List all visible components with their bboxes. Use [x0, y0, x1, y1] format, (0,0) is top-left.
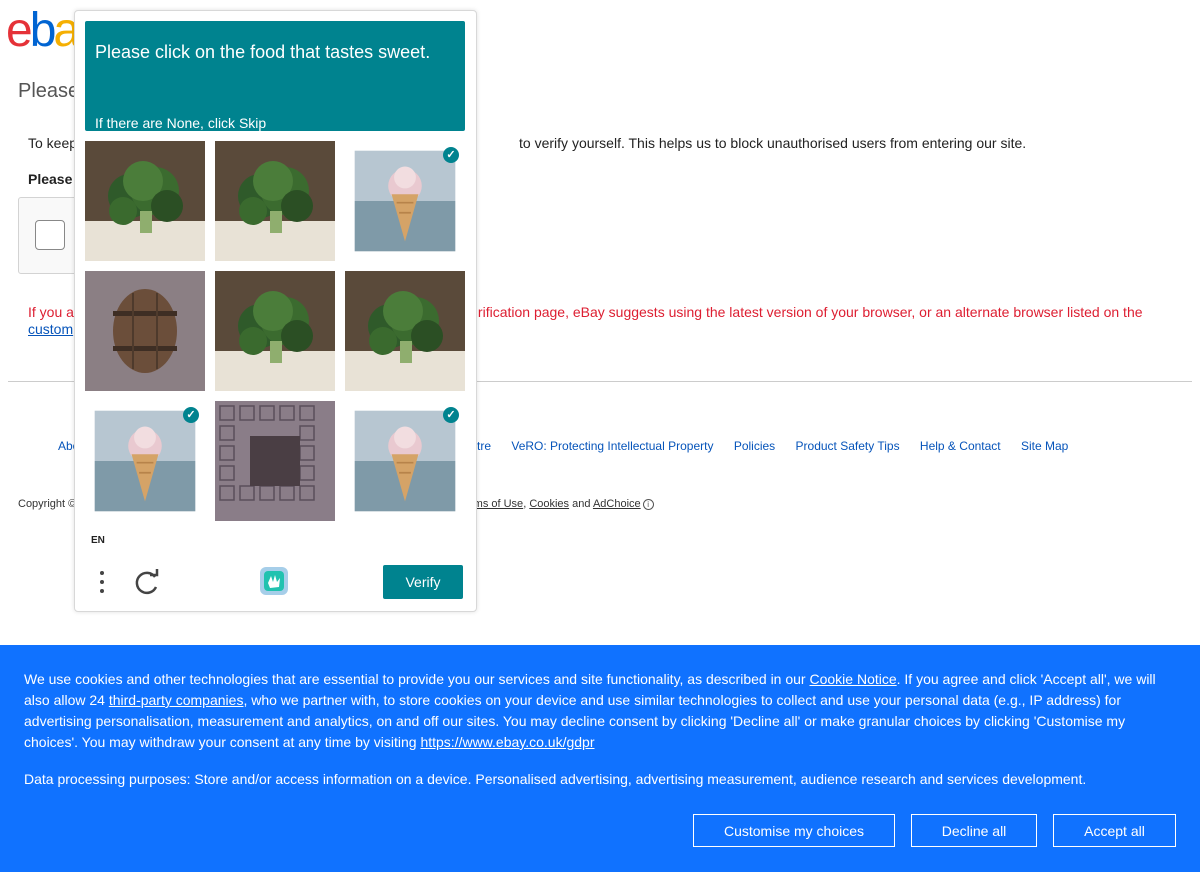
- verify-label: Please: [28, 171, 73, 187]
- tile-broccoli-2[interactable]: [215, 141, 335, 261]
- footer-link-centre[interactable]: tre: [477, 439, 491, 453]
- cookie-banner: We use cookies and other technologies th…: [0, 645, 1200, 872]
- language-selector[interactable]: EN: [91, 535, 105, 546]
- cookie-notice-link[interactable]: Cookie Notice: [809, 671, 896, 687]
- more-menu-icon[interactable]: [95, 568, 109, 596]
- footer-link-safety[interactable]: Product Safety Tips: [796, 439, 900, 453]
- accept-all-button[interactable]: Accept all: [1053, 814, 1176, 847]
- footer-links: tre VeRO: Protecting Intellectual Proper…: [477, 439, 1085, 453]
- footer-link-sitemap[interactable]: Site Map: [1021, 439, 1068, 453]
- legal-links: rms of Use, Cookies and AdChoice i: [470, 498, 654, 510]
- tile-broccoli-1[interactable]: [85, 141, 205, 261]
- captcha-challenge: Please click on the food that tastes swe…: [74, 10, 477, 612]
- cookie-text: We use cookies and other technologies th…: [24, 671, 1156, 750]
- tile-broccoli-4[interactable]: [345, 271, 465, 391]
- captcha-checkbox[interactable]: [35, 220, 65, 250]
- adchoice-link[interactable]: AdChoice: [593, 498, 641, 510]
- page-title: Please: [18, 80, 80, 102]
- footer-link-help[interactable]: Help & Contact: [920, 439, 1001, 453]
- tile-ice-cream-2[interactable]: ✓: [85, 401, 205, 521]
- decline-all-button[interactable]: Decline all: [911, 814, 1037, 847]
- selected-check-icon: ✓: [443, 407, 459, 423]
- info-icon: i: [642, 499, 654, 510]
- cookie-purpose: Data processing purposes: Store and/or a…: [24, 771, 1087, 787]
- verify-button[interactable]: Verify: [383, 565, 463, 599]
- cookies-link[interactable]: Cookies: [529, 498, 569, 510]
- challenge-prompt: Please click on the food that tastes swe…: [85, 21, 465, 131]
- refresh-icon[interactable]: [133, 568, 161, 596]
- customer-support-link[interactable]: custom: [28, 321, 73, 337]
- footer-link-policies[interactable]: Policies: [734, 439, 775, 453]
- footer-link-vero[interactable]: VeRO: Protecting Intellectual Property: [511, 439, 713, 453]
- hcaptcha-logo-icon: [260, 567, 288, 595]
- third-party-link[interactable]: third-party companies: [109, 692, 244, 708]
- tile-ice-cream-3[interactable]: ✓: [345, 401, 465, 521]
- prompt-text: Please click on the food that tastes swe…: [95, 42, 431, 62]
- selected-check-icon: ✓: [183, 407, 199, 423]
- customise-button[interactable]: Customise my choices: [693, 814, 895, 847]
- terms-link[interactable]: rms of Use: [470, 498, 523, 510]
- prompt-subtext: If there are None, click Skip: [95, 115, 267, 131]
- gdpr-link[interactable]: https://www.ebay.co.uk/gdpr: [420, 734, 594, 750]
- copyright: Copyright ©: [18, 498, 77, 510]
- selected-check-icon: ✓: [443, 147, 459, 163]
- tile-broccoli-3[interactable]: [215, 271, 335, 391]
- tile-ice-cream-1[interactable]: ✓: [345, 141, 465, 261]
- tile-barrel[interactable]: [85, 271, 205, 391]
- tile-pattern[interactable]: [215, 401, 335, 521]
